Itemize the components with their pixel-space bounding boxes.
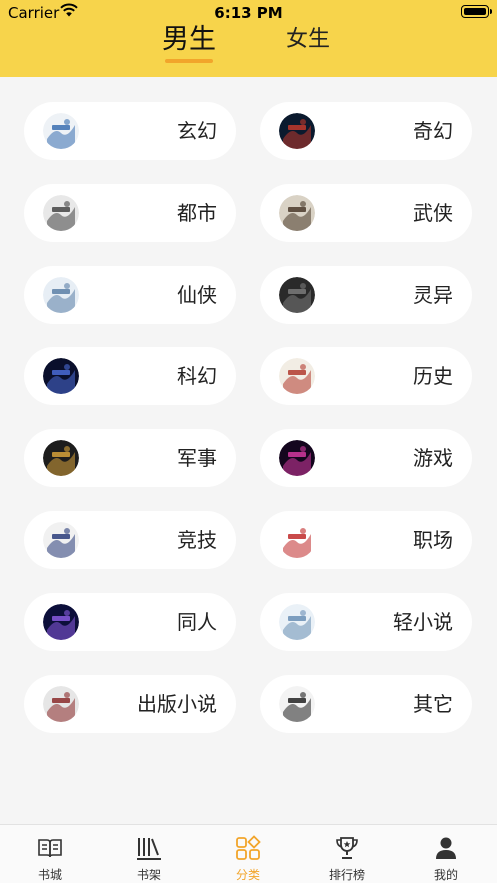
tabbar-label: 书城 (37, 868, 62, 882)
category-cell[interactable]: 武侠 (260, 184, 472, 242)
header: Carrier 6:13 PM 男生 女生 (0, 0, 497, 77)
category-cover-image (279, 195, 315, 231)
tabbar-item-mine[interactable]: 我的 (406, 825, 486, 883)
category-cell[interactable]: 都市 (24, 184, 236, 242)
category-cover-image (279, 358, 315, 394)
category-label: 科幻 (177, 364, 217, 388)
category-cell[interactable]: 职场 (260, 511, 472, 569)
tabbar-label: 书架 (136, 868, 161, 882)
category-cover-image (279, 277, 315, 313)
category-cell[interactable]: 军事 (24, 429, 236, 487)
person-icon (436, 837, 456, 859)
tab-indicator (165, 59, 213, 63)
category-cover-image (43, 440, 79, 476)
battery-icon (461, 5, 492, 18)
category-cell[interactable]: 游戏 (260, 429, 472, 487)
tab-female[interactable]: 女生 (278, 24, 338, 64)
category-label: 玄幻 (177, 119, 217, 143)
tabbar-label: 排行榜 (328, 868, 365, 882)
category-cover-image (279, 113, 315, 149)
category-cell[interactable]: 竞技 (24, 511, 236, 569)
category-cell[interactable]: 同人 (24, 593, 236, 651)
category-label: 轻小说 (393, 610, 453, 634)
category-cover-image (43, 686, 79, 722)
category-cell[interactable]: 玄幻 (24, 102, 236, 160)
category-cell[interactable]: 灵异 (260, 266, 472, 324)
tab-male[interactable]: 男生 (156, 24, 222, 64)
category-cover-image (43, 113, 79, 149)
category-label: 同人 (177, 610, 217, 634)
category-cover-image (43, 522, 79, 558)
category-label: 武侠 (413, 201, 453, 225)
category-grid-icon (236, 835, 261, 860)
category-label: 仙侠 (177, 283, 217, 307)
category-label: 竞技 (177, 528, 217, 552)
book-open-icon (38, 839, 62, 858)
category-cell[interactable]: 历史 (260, 347, 472, 405)
tabbar-item-ranking[interactable]: 排行榜 (307, 825, 387, 883)
category-cell[interactable]: 轻小说 (260, 593, 472, 651)
category-label: 出版小说 (137, 692, 217, 716)
category-cover-image (279, 686, 315, 722)
category-label: 奇幻 (413, 119, 453, 143)
tabbar-label: 我的 (433, 868, 458, 882)
category-cover-image (279, 522, 315, 558)
tabbar-item-bookstore[interactable]: 书城 (10, 825, 90, 883)
category-cover-image (43, 604, 79, 640)
category-cell[interactable]: 科幻 (24, 347, 236, 405)
category-cell[interactable]: 仙侠 (24, 266, 236, 324)
tabbar-label: 分类 (235, 868, 260, 882)
category-label: 游戏 (413, 446, 453, 470)
bookshelf-icon (137, 838, 161, 860)
category-label: 灵异 (413, 283, 453, 307)
category-label: 军事 (177, 446, 217, 470)
category-cell[interactable]: 其它 (260, 675, 472, 733)
category-cover-image (43, 277, 79, 313)
tabbar-item-bookshelf[interactable]: 书架 (109, 825, 189, 883)
category-label: 职场 (413, 528, 453, 552)
category-cover-image (279, 440, 315, 476)
category-label: 其它 (413, 692, 453, 716)
category-label: 都市 (177, 201, 217, 225)
clock: 6:13 PM (214, 4, 283, 22)
trophy-icon (336, 837, 358, 859)
category-cell[interactable]: 出版小说 (24, 675, 236, 733)
tabbar-item-category[interactable]: 分类 (208, 825, 288, 883)
category-cover-image (43, 358, 79, 394)
status-bar: Carrier 6:13 PM (0, 0, 497, 26)
category-cover-image (43, 195, 79, 231)
category-label: 历史 (413, 364, 453, 388)
bottom-tab-bar: 书城 书架 分类 排行榜 我的 (0, 824, 497, 883)
category-cover-image (279, 604, 315, 640)
category-cell[interactable]: 奇幻 (260, 102, 472, 160)
